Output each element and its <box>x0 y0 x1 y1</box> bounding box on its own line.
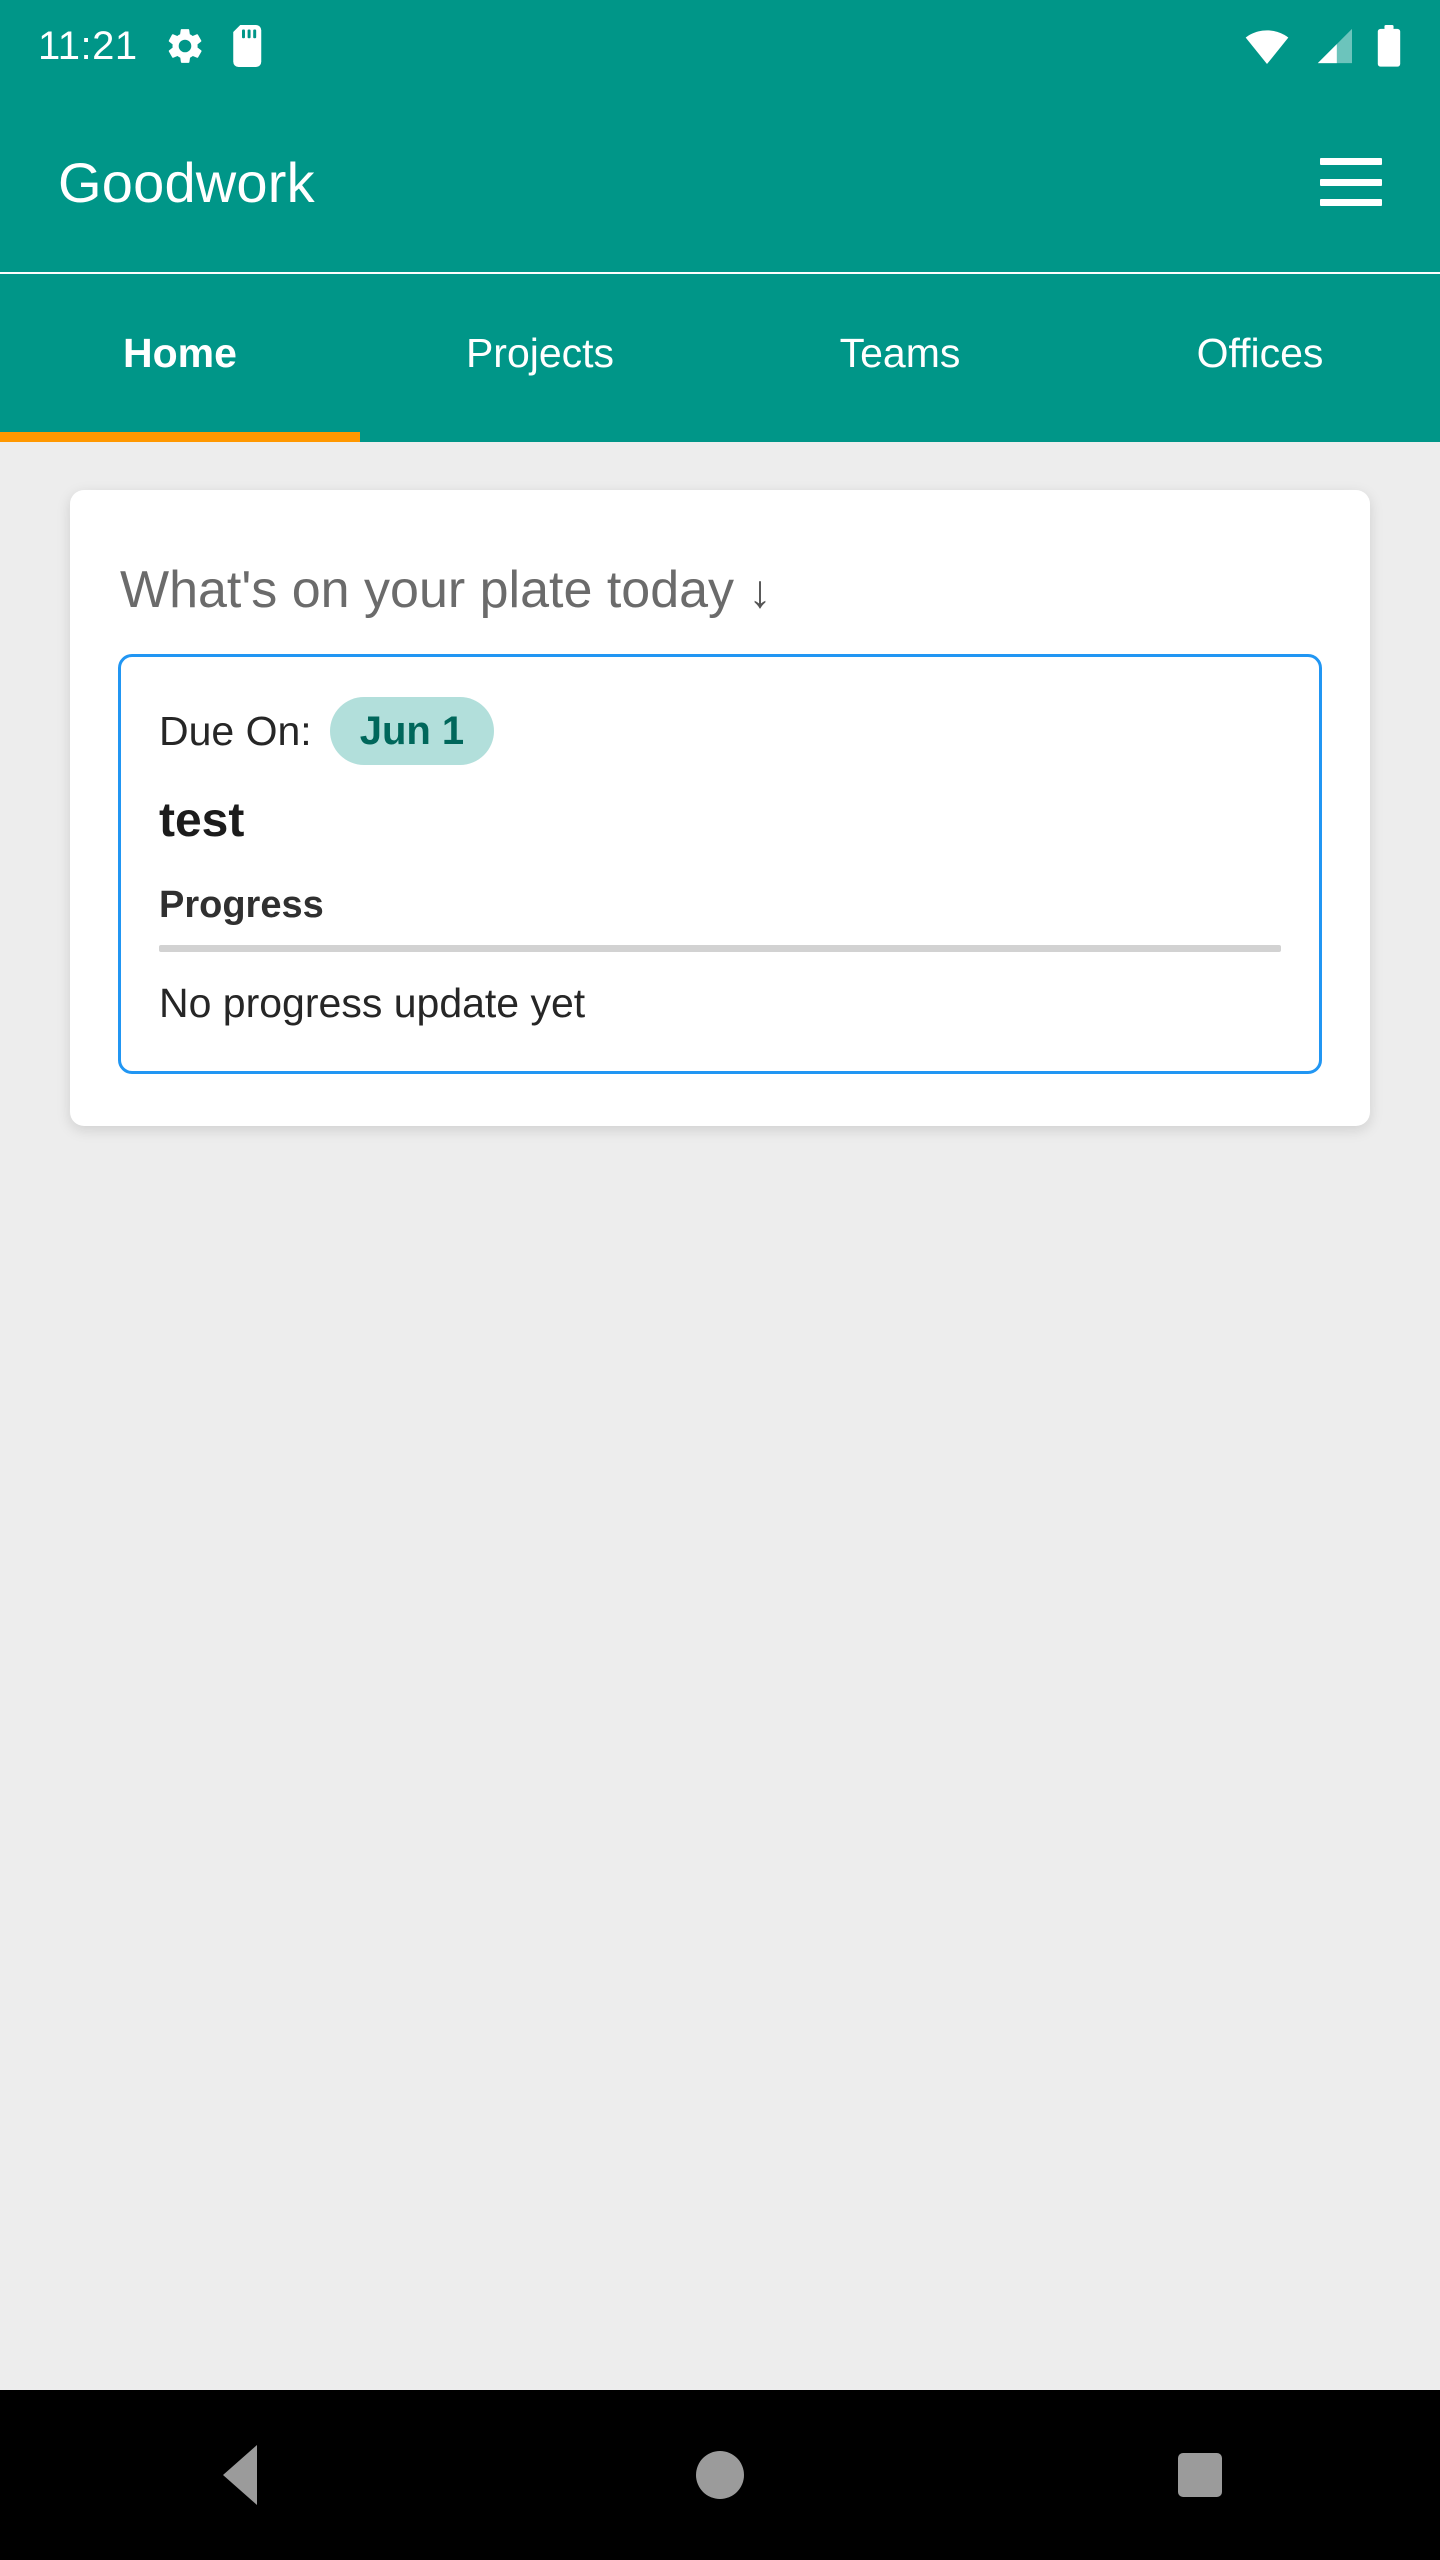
plate-card: What's on your plate today ↓ Due On: Jun… <box>70 490 1370 1126</box>
tab-home-label: Home <box>123 329 237 376</box>
tab-bar: Home Projects Teams Offices <box>0 274 1440 442</box>
home-circle-icon <box>696 2451 744 2499</box>
status-clock: 11:21 <box>38 24 138 68</box>
progress-bar <box>159 945 1281 952</box>
progress-note: No progress update yet <box>159 980 586 1026</box>
battery-icon <box>1376 25 1402 67</box>
android-nav-bar <box>0 2390 1440 2560</box>
back-triangle-icon <box>223 2445 257 2505</box>
gear-icon <box>164 25 206 67</box>
down-arrow-icon: ↓ <box>748 565 772 617</box>
tab-projects[interactable]: Projects <box>360 274 720 442</box>
hamburger-bar-3 <box>1320 199 1382 206</box>
status-bar-right <box>1244 25 1402 67</box>
due-on-label: Due On: <box>159 707 312 754</box>
hamburger-menu-icon[interactable] <box>1320 158 1382 206</box>
plate-heading-text: What's on your plate today <box>120 561 735 619</box>
progress-label: Progress <box>159 884 324 926</box>
recents-square-icon <box>1178 2453 1222 2497</box>
due-date-badge: Jun 1 <box>329 697 495 765</box>
task-card[interactable]: Due On: Jun 1 test Progress No progress … <box>118 654 1322 1074</box>
recents-button[interactable] <box>1140 2415 1260 2535</box>
status-bar: 11:21 <box>0 0 1440 92</box>
tab-offices-label: Offices <box>1196 329 1324 376</box>
task-title: test <box>159 794 245 847</box>
tab-active-indicator <box>0 432 360 442</box>
cellular-signal-icon <box>1312 27 1354 65</box>
tab-teams-label: Teams <box>839 329 961 376</box>
tab-teams[interactable]: Teams <box>720 274 1080 442</box>
hamburger-bar-2 <box>1320 178 1382 186</box>
hamburger-bar-1 <box>1320 158 1382 165</box>
back-button[interactable] <box>180 2415 300 2535</box>
app-screen: 11:21 Goodwork Home Projects Teams Offic… <box>0 0 1440 2560</box>
tab-home[interactable]: Home <box>0 274 360 442</box>
wifi-icon <box>1244 27 1290 65</box>
due-row: Due On: Jun 1 <box>159 697 1281 765</box>
tab-projects-label: Projects <box>465 329 615 376</box>
tab-offices[interactable]: Offices <box>1080 274 1440 442</box>
sd-card-icon <box>232 25 266 67</box>
app-title: Goodwork <box>58 150 315 214</box>
plate-heading: What's on your plate today ↓ <box>120 560 1322 620</box>
main-content: What's on your plate today ↓ Due On: Jun… <box>0 442 1440 2390</box>
status-bar-left: 11:21 <box>38 25 266 67</box>
app-bar: Goodwork <box>0 92 1440 272</box>
home-button[interactable] <box>660 2415 780 2535</box>
